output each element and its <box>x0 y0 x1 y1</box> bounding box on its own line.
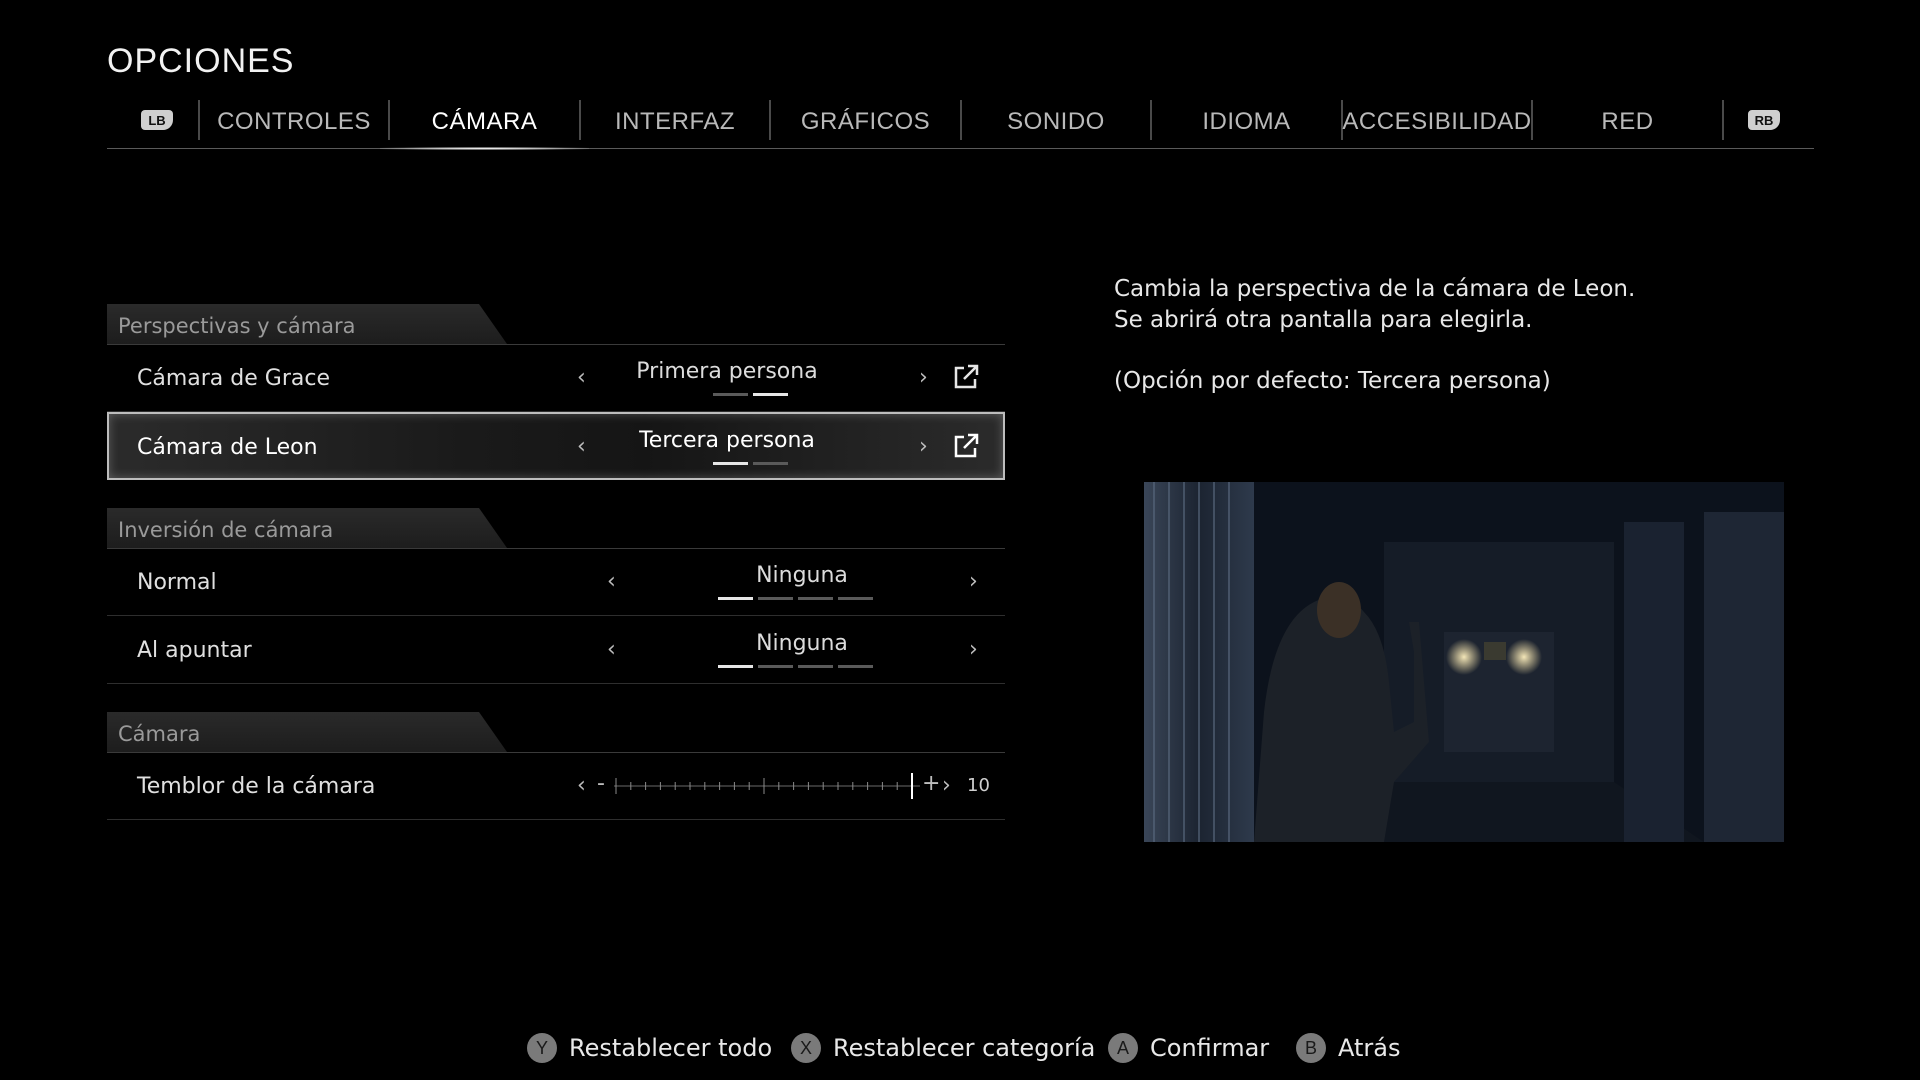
next-arrow-icon[interactable]: › <box>919 434 928 459</box>
prev-arrow-icon[interactable]: ‹ <box>577 365 586 390</box>
setting-row-aim-inversion[interactable]: Al apuntar ‹ Ninguna › <box>107 617 1005 684</box>
tab-accesibilidad[interactable]: ACCESIBILIDAD <box>1342 96 1531 148</box>
camera-preview-image <box>1144 482 1784 842</box>
option-dot <box>753 393 788 396</box>
plus-icon[interactable]: + <box>922 771 940 796</box>
tab-divider <box>1722 100 1724 140</box>
camera-shake-slider[interactable] <box>612 771 922 801</box>
y-button-icon: Y <box>527 1033 557 1063</box>
description-panel: Cambia la perspectiva de la cámara de Le… <box>1114 274 1814 397</box>
option-indicator <box>718 597 873 600</box>
prev-arrow-icon[interactable]: ‹ <box>607 569 616 594</box>
tab-bar: LB CONTROLES CÁMARA INTERFAZ GRÁFICOS SO… <box>107 96 1814 150</box>
option-dot <box>758 665 793 668</box>
tab-idioma[interactable]: IDIOMA <box>1152 96 1341 148</box>
description-line: Cambia la perspectiva de la cámara de Le… <box>1114 276 1636 302</box>
option-dot <box>713 393 748 396</box>
setting-row-leon-camera[interactable]: Cámara de Leon ‹ Tercera persona › <box>107 412 1005 480</box>
description-line: Se abrirá otra pantalla para elegirla. <box>1114 307 1533 333</box>
minus-icon[interactable]: - <box>597 771 605 796</box>
back-button[interactable]: B Atrás <box>1296 1033 1400 1063</box>
setting-label: Normal <box>137 570 217 595</box>
section-header-inversion: Inversión de cámara <box>107 508 1005 549</box>
option-dot <box>798 665 833 668</box>
setting-value: Primera persona <box>636 359 818 384</box>
tab-graficos[interactable]: GRÁFICOS <box>771 96 960 148</box>
option-indicator <box>713 462 788 465</box>
section-title: Cámara <box>118 722 201 746</box>
option-dot <box>838 597 873 600</box>
next-arrow-icon[interactable]: › <box>919 365 928 390</box>
setting-label: Cámara de Grace <box>137 366 330 391</box>
setting-row-grace-camera[interactable]: Cámara de Grace ‹ Primera persona › <box>107 345 1005 412</box>
reset-category-button[interactable]: X Restablecer categoría <box>791 1033 1095 1063</box>
next-arrow-icon[interactable]: › <box>969 569 978 594</box>
option-dot <box>798 597 833 600</box>
reset-all-button[interactable]: Y Restablecer todo <box>527 1033 772 1063</box>
default-option-note: (Opción por defecto: Tercera persona) <box>1114 368 1551 394</box>
tab-camara[interactable]: CÁMARA <box>380 96 589 150</box>
external-link-icon[interactable] <box>952 363 980 391</box>
section-header-perspectives: Perspectivas y cámara <box>107 304 1005 345</box>
rb-bumper-icon[interactable]: RB <box>1748 110 1780 130</box>
button-label: Restablecer todo <box>569 1034 773 1062</box>
setting-label: Al apuntar <box>137 638 252 663</box>
slider-value: 10 <box>967 775 990 796</box>
setting-value: Ninguna <box>756 631 848 656</box>
section-title: Inversión de cámara <box>118 518 334 542</box>
setting-value: Tercera persona <box>639 428 815 453</box>
confirm-button[interactable]: A Confirmar <box>1108 1033 1269 1063</box>
next-arrow-icon[interactable]: › <box>942 773 951 798</box>
setting-row-normal-inversion[interactable]: Normal ‹ Ninguna › <box>107 549 1005 616</box>
setting-label: Cámara de Leon <box>137 435 318 460</box>
setting-row-camera-shake[interactable]: Temblor de la cámara ‹ - + › 10 <box>107 753 1005 820</box>
page-title: OPCIONES <box>107 42 295 80</box>
lb-bumper-icon[interactable]: LB <box>141 110 173 130</box>
a-button-icon: A <box>1108 1033 1138 1063</box>
section-title: Perspectivas y cámara <box>118 314 356 338</box>
button-label: Atrás <box>1338 1034 1401 1062</box>
button-label: Confirmar <box>1150 1034 1270 1062</box>
prev-arrow-icon[interactable]: ‹ <box>607 637 616 662</box>
setting-label: Temblor de la cámara <box>137 774 376 799</box>
b-button-icon: B <box>1296 1033 1326 1063</box>
tab-red[interactable]: RED <box>1533 96 1722 148</box>
tab-sonido[interactable]: SONIDO <box>962 96 1150 148</box>
setting-value: Ninguna <box>756 563 848 588</box>
x-button-icon: X <box>791 1033 821 1063</box>
button-label: Restablecer categoría <box>833 1034 1096 1062</box>
option-indicator <box>718 665 873 668</box>
option-dot <box>838 665 873 668</box>
option-dot <box>718 597 753 600</box>
option-dot <box>758 597 793 600</box>
tab-controles[interactable]: CONTROLES <box>200 96 388 148</box>
footer-prompts: Y Restablecer todo X Restablecer categor… <box>0 1033 1920 1073</box>
tab-interfaz[interactable]: INTERFAZ <box>581 96 769 148</box>
section-header-camera: Cámara <box>107 712 1005 753</box>
option-dot <box>713 462 748 465</box>
prev-arrow-icon[interactable]: ‹ <box>577 434 586 459</box>
next-arrow-icon[interactable]: › <box>969 637 978 662</box>
option-indicator <box>713 393 788 396</box>
option-dot <box>718 665 753 668</box>
hallway-scene <box>1144 482 1784 842</box>
prev-arrow-icon[interactable]: ‹ <box>577 773 586 798</box>
option-dot <box>753 462 788 465</box>
external-link-icon[interactable] <box>952 432 980 460</box>
